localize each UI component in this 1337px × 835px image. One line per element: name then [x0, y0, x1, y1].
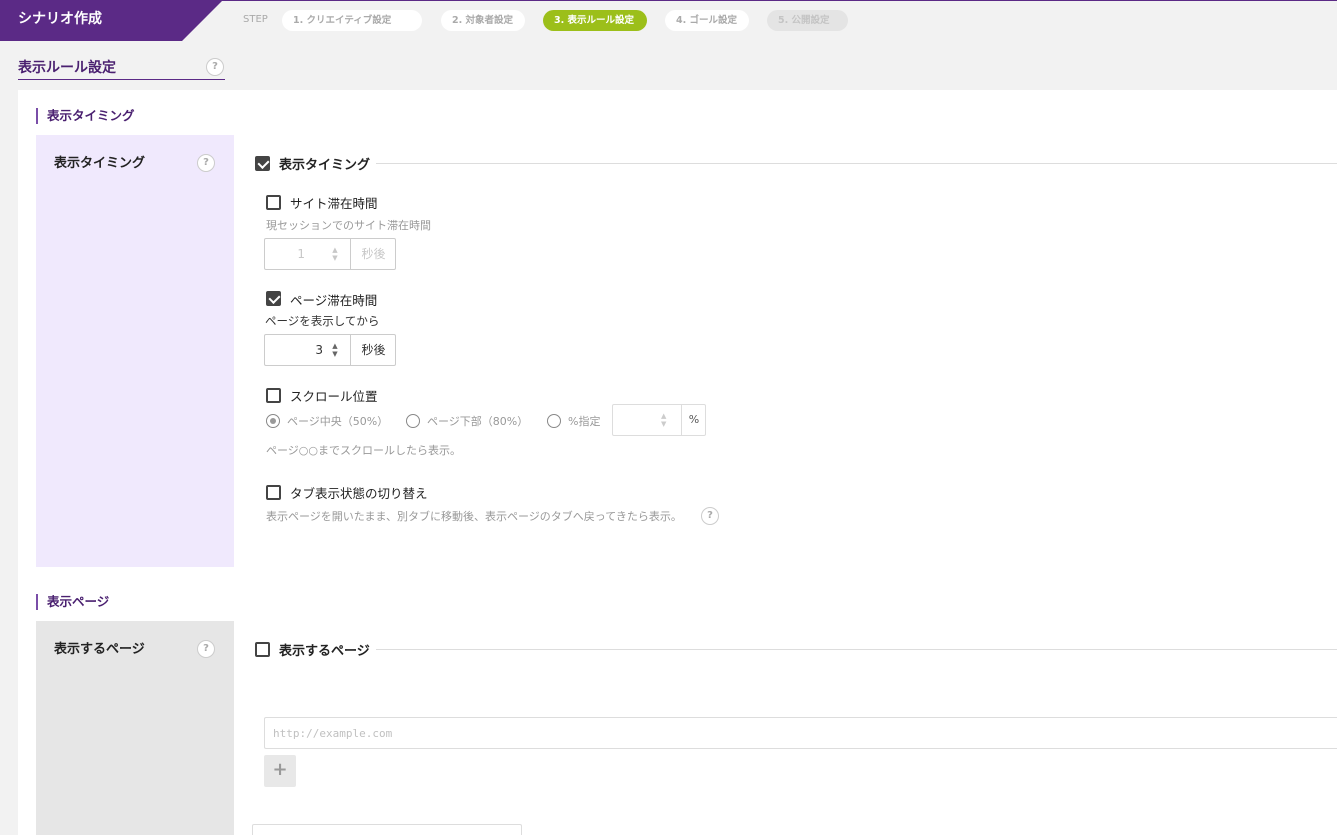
display-page-row-label: 表示するページ — [54, 642, 145, 657]
site-time-label: サイト滞在時間 — [290, 196, 378, 211]
page-title-underline — [18, 79, 225, 80]
page-help-icon[interactable]: ? — [206, 58, 224, 76]
tab-switch-checkbox[interactable] — [266, 485, 281, 500]
top-bar: シナリオ作成 STEP 1. クリエイティブ設定 2. 対象者設定 3. 表示ル… — [0, 0, 1337, 41]
site-time-stepper: 1 ▲ ▼ 秒後 — [264, 238, 396, 270]
tab-switch-label: タブ表示状態の切り替え — [290, 486, 428, 501]
page-time-stepper[interactable]: 3 ▲ ▼ 秒後 — [264, 334, 396, 366]
site-time-checkbox[interactable] — [266, 195, 281, 210]
spin-arrows-icon: ▲ ▼ — [661, 412, 667, 428]
page-time-value[interactable]: 3 — [265, 335, 323, 365]
tab-switch-help-icon[interactable]: ? — [701, 507, 719, 525]
step-3-display-rules[interactable]: 3. 表示ルール設定 — [543, 10, 647, 31]
display-page-group-title: 表示するページ — [279, 644, 370, 659]
page-title: 表示ルール設定 — [18, 60, 116, 76]
step-4-goal[interactable]: 4. ゴール設定 — [665, 10, 749, 31]
step-label: STEP — [243, 14, 268, 25]
scroll-checkbox[interactable] — [266, 388, 281, 403]
timing-help-icon[interactable]: ? — [197, 154, 215, 172]
page-time-checkbox[interactable] — [266, 291, 281, 306]
site-time-description: 現セッションでのサイト滞在時間 — [266, 219, 431, 232]
display-page-help-icon[interactable]: ? — [197, 640, 215, 658]
radio-page-bottom[interactable] — [406, 414, 420, 428]
radio-percent[interactable] — [547, 414, 561, 428]
bottom-field[interactable] — [252, 824, 522, 835]
page-time-label: ページ滞在時間 — [290, 293, 378, 308]
timing-group-divider — [376, 163, 1337, 164]
radio-percent-label: %指定 — [568, 415, 601, 428]
scroll-percent-field: ▲ ▼ % — [612, 404, 706, 436]
radio-page-bottom-label: ページ下部（80%） — [427, 415, 529, 428]
step-5-publish: 5. 公開設定 — [767, 10, 848, 31]
section-title-display-page: 表示ページ — [36, 594, 109, 610]
spin-arrows-icon: ▲ ▼ — [332, 246, 338, 262]
step-1-creative[interactable]: 1. クリエイティブ設定 — [282, 10, 422, 31]
display-page-group-checkbox[interactable] — [255, 642, 270, 657]
page-url-input[interactable] — [264, 717, 1337, 749]
scroll-percent-unit: % — [681, 405, 706, 435]
app-title: シナリオ作成 — [0, 1, 222, 41]
page-time-description: ページを表示してから — [265, 314, 380, 328]
display-page-group-divider — [376, 649, 1337, 650]
add-url-button[interactable]: + — [264, 755, 296, 787]
timing-group-title: 表示タイミング — [279, 158, 371, 173]
tab-switch-description: 表示ページを開いたまま、別タブに移動後、表示ページのタブへ戻ってきたら表示。 — [266, 510, 682, 523]
radio-page-middle-label: ページ中央（50%） — [287, 415, 389, 428]
page-time-unit: 秒後 — [350, 335, 396, 365]
step-2-audience[interactable]: 2. 対象者設定 — [441, 10, 525, 31]
timing-group-checkbox[interactable] — [255, 156, 270, 171]
scroll-description: ページ○○までスクロールしたら表示。 — [266, 444, 461, 457]
spin-arrows-icon[interactable]: ▲ ▼ — [329, 342, 341, 358]
timing-label-column: 表示タイミング ? — [36, 135, 234, 567]
site-time-value: 1 — [297, 247, 305, 261]
site-time-unit: 秒後 — [350, 239, 396, 269]
timing-row-label: 表示タイミング — [54, 156, 146, 171]
scroll-label: スクロール位置 — [290, 389, 378, 404]
section-title-timing: 表示タイミング — [36, 108, 135, 124]
display-page-label-column: 表示するページ ? — [36, 621, 234, 835]
radio-page-middle[interactable] — [266, 414, 280, 428]
